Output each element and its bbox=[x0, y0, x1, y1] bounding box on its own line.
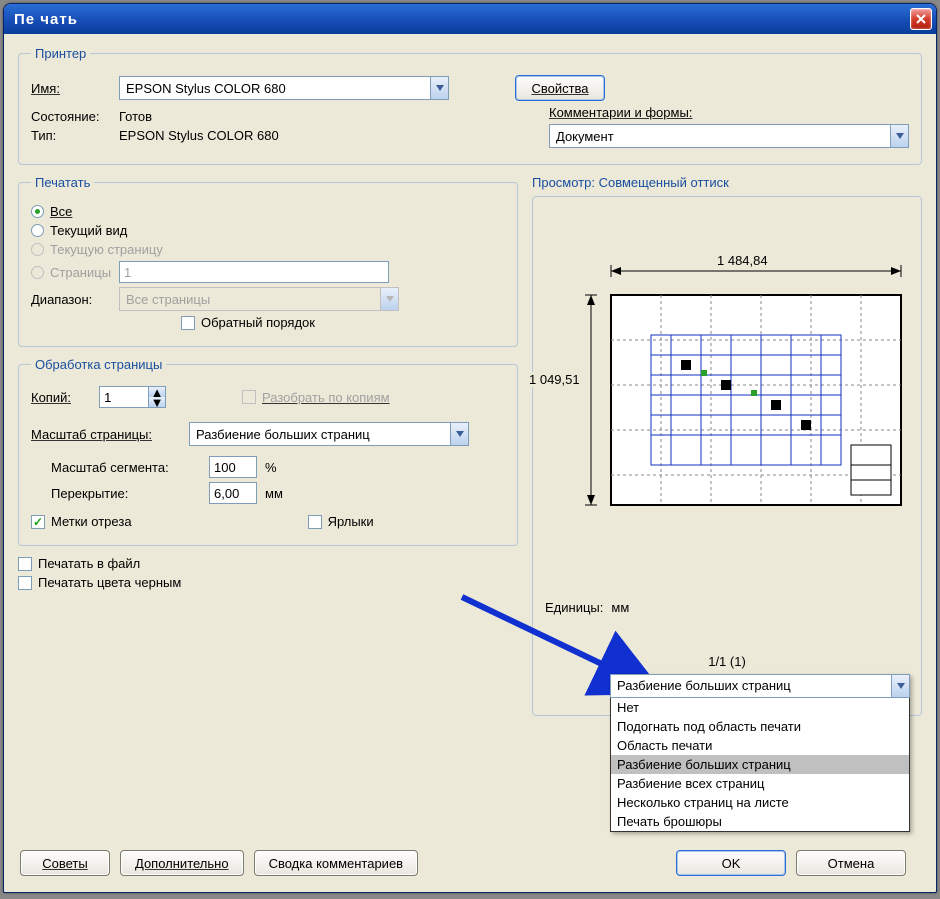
preview-heading: Просмотр: Совмещенный оттиск bbox=[532, 175, 922, 190]
page-scale-dropdown-popup: Разбиение больших страниц НетПодогнать п… bbox=[610, 674, 910, 832]
scale-option[interactable]: Подогнать под область печати bbox=[611, 717, 909, 736]
page-scale-select[interactable]: Разбиение больших страниц bbox=[189, 422, 469, 446]
page-counter: 1/1 (1) bbox=[708, 654, 746, 669]
checkbox-icon bbox=[308, 515, 322, 529]
ok-button[interactable]: OK bbox=[676, 850, 786, 876]
copies-label: Копий: bbox=[31, 390, 91, 405]
page-scale-select-open[interactable]: Разбиение больших страниц bbox=[610, 674, 910, 698]
page-handling-group: Обработка страницы Копий: ▲▼ Разобрать п… bbox=[18, 357, 518, 546]
scale-option[interactable]: Печать брошюры bbox=[611, 812, 909, 831]
subrange-label: Диапазон: bbox=[31, 292, 111, 307]
radio-icon bbox=[31, 266, 44, 279]
copies-spinner[interactable]: ▲▼ bbox=[99, 386, 166, 408]
close-button[interactable] bbox=[910, 8, 932, 30]
overlap-label: Перекрытие: bbox=[51, 486, 201, 501]
print-range-group: Печатать Все Текущий вид Текущую страниц… bbox=[18, 175, 518, 347]
reverse-checkbox[interactable]: Обратный порядок bbox=[181, 315, 315, 330]
window-title: Пе чать bbox=[14, 11, 78, 28]
checkbox-icon bbox=[18, 576, 32, 590]
preview-drawing bbox=[551, 245, 911, 545]
comments-label: Комментарии и формы: bbox=[549, 105, 909, 120]
printer-name-label: Имя: bbox=[31, 81, 111, 96]
cancel-button[interactable]: Отмена bbox=[796, 850, 906, 876]
printer-legend: Принтер bbox=[31, 46, 90, 61]
radio-icon bbox=[31, 243, 44, 256]
type-value: EPSON Stylus COLOR 680 bbox=[119, 128, 279, 143]
chevron-down-icon[interactable] bbox=[891, 675, 909, 697]
chevron-down-icon bbox=[380, 288, 398, 310]
print-black-checkbox[interactable]: Печатать цвета черным bbox=[18, 575, 181, 590]
close-icon bbox=[915, 13, 927, 25]
labels-checkbox[interactable]: Ярлыки bbox=[308, 514, 374, 529]
scale-option[interactable]: Область печати bbox=[611, 736, 909, 755]
properties-button[interactable]: Свойства bbox=[515, 75, 605, 101]
scale-option[interactable]: Несколько страниц на листе bbox=[611, 793, 909, 812]
scale-label: Масштаб страницы: bbox=[31, 427, 181, 442]
preview-height-value: 1 049,51 bbox=[527, 372, 582, 387]
scale-option[interactable]: Нет bbox=[611, 698, 909, 717]
printer-group: Принтер Имя: EPSON Stylus COLOR 680 Свой… bbox=[18, 46, 922, 165]
tile-scale-input[interactable] bbox=[209, 456, 257, 478]
tips-button[interactable]: Советы bbox=[20, 850, 110, 876]
print-dialog: Пе чать Принтер Имя: EPSON Stylus COLOR … bbox=[3, 3, 937, 893]
chevron-down-icon[interactable] bbox=[890, 125, 908, 147]
spin-down-icon[interactable]: ▼ bbox=[149, 397, 165, 407]
pages-input bbox=[119, 261, 389, 283]
printer-name-select[interactable]: EPSON Stylus COLOR 680 bbox=[119, 76, 449, 100]
radio-pages: Страницы bbox=[31, 265, 111, 280]
state-label: Состояние: bbox=[31, 109, 111, 124]
type-label: Тип: bbox=[31, 128, 111, 143]
state-value: Готов bbox=[119, 109, 152, 124]
overlap-input[interactable] bbox=[209, 482, 257, 504]
preview-width-value: 1 484,84 bbox=[713, 253, 772, 268]
checkbox-icon bbox=[181, 316, 195, 330]
comments-summary-button[interactable]: Сводка комментариев bbox=[254, 850, 419, 876]
advanced-button[interactable]: Дополнительно bbox=[120, 850, 244, 876]
titlebar: Пе чать bbox=[4, 4, 936, 34]
subrange-select: Все страницы bbox=[119, 287, 399, 311]
radio-current-view[interactable]: Текущий вид bbox=[31, 223, 127, 238]
print-to-file-checkbox[interactable]: Печатать в файл bbox=[18, 556, 140, 571]
handling-legend: Обработка страницы bbox=[31, 357, 166, 372]
tile-scale-label: Масштаб сегмента: bbox=[51, 460, 201, 475]
range-legend: Печатать bbox=[31, 175, 94, 190]
chevron-down-icon[interactable] bbox=[430, 77, 448, 99]
cutmarks-checkbox[interactable]: Метки отреза bbox=[31, 514, 132, 529]
checkbox-icon bbox=[242, 390, 256, 404]
radio-all[interactable]: Все bbox=[31, 204, 72, 219]
radio-current-page: Текущую страницу bbox=[31, 242, 163, 257]
checkbox-icon bbox=[18, 557, 32, 571]
collate-checkbox: Разобрать по копиям bbox=[242, 390, 390, 405]
radio-icon bbox=[31, 224, 44, 237]
comments-select[interactable]: Документ bbox=[549, 124, 909, 148]
checkbox-icon bbox=[31, 515, 45, 529]
scale-option[interactable]: Разбиение больших страниц bbox=[611, 755, 909, 774]
radio-icon bbox=[31, 205, 44, 218]
chevron-down-icon[interactable] bbox=[450, 423, 468, 445]
scale-option[interactable]: Разбиение всех страниц bbox=[611, 774, 909, 793]
